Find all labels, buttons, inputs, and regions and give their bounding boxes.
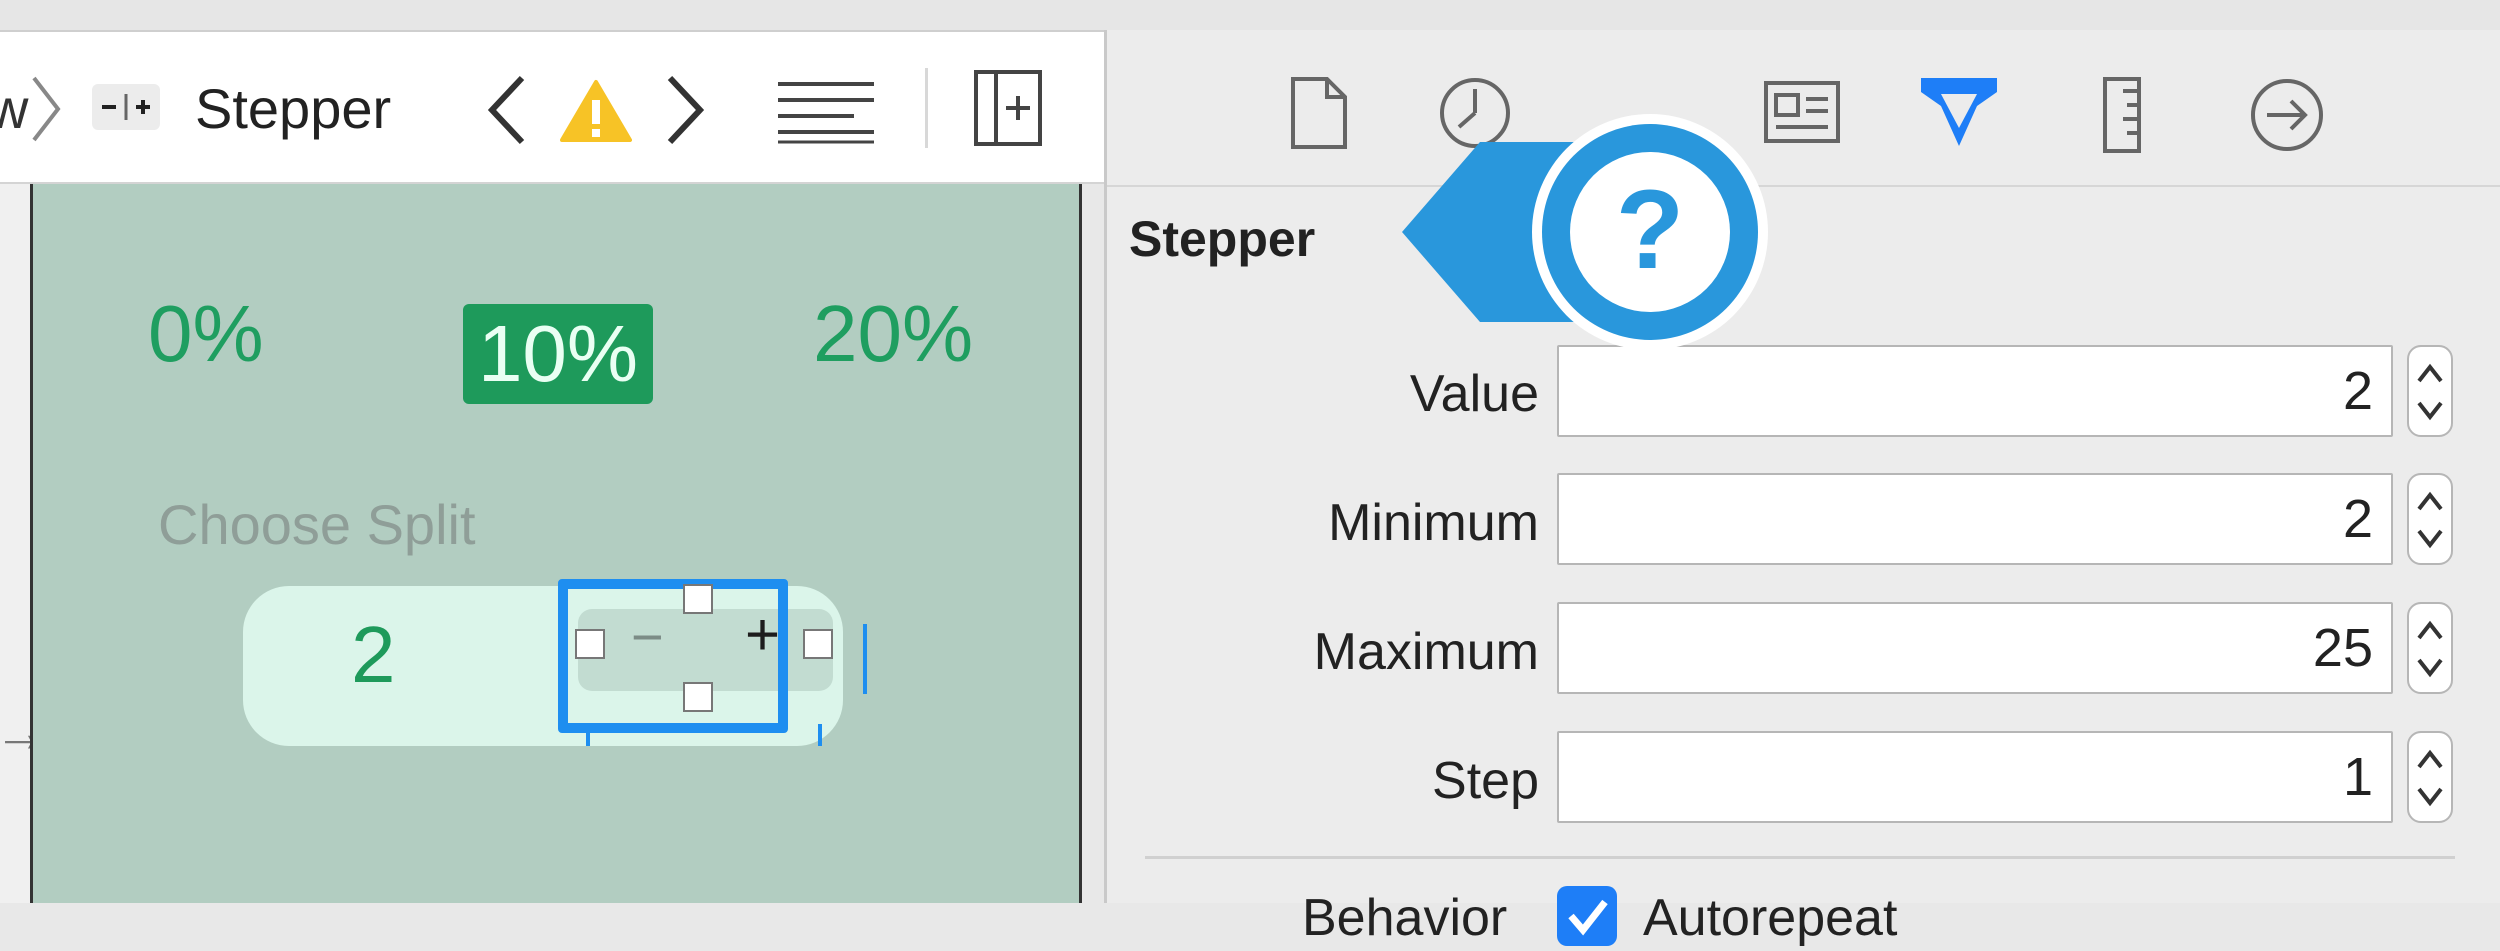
previous-issue-chevron-icon[interactable] bbox=[482, 70, 532, 150]
interface-builder-editor: w Stepper → 0% 10% 20% Choose Split 2 − … bbox=[0, 32, 1104, 903]
storyboard-canvas[interactable]: 0% 10% 20% Choose Split 2 − + bbox=[30, 184, 1082, 903]
split-value-label: 2 bbox=[351, 610, 396, 699]
breadcrumb-chevron-icon bbox=[32, 76, 61, 142]
constraint-tick-right bbox=[818, 724, 822, 746]
canvas-gutter bbox=[0, 184, 30, 903]
window-top-strip bbox=[0, 0, 2500, 32]
behavior-label: Behavior bbox=[1302, 889, 1508, 947]
autorepeat-label[interactable]: Autorepeat bbox=[1643, 888, 1897, 948]
autorepeat-checkbox[interactable] bbox=[1557, 886, 1617, 946]
section-divider bbox=[1145, 856, 2455, 859]
resize-handle-bottom[interactable] bbox=[683, 682, 713, 712]
maximum-stepper[interactable] bbox=[2407, 602, 2453, 694]
resize-handle-left[interactable] bbox=[575, 629, 605, 659]
resize-handle-top[interactable] bbox=[683, 584, 713, 614]
choose-split-label: Choose Split bbox=[158, 493, 476, 556]
size-inspector-icon[interactable] bbox=[2097, 75, 2147, 155]
minimum-label: Minimum bbox=[1328, 494, 1539, 552]
step-field[interactable]: 1 bbox=[1557, 731, 2393, 823]
step-stepper[interactable] bbox=[2407, 731, 2453, 823]
document-outline-icon[interactable] bbox=[776, 78, 876, 144]
minimum-field[interactable]: 2 bbox=[1557, 473, 2393, 565]
file-inspector-icon[interactable] bbox=[1287, 75, 1351, 151]
tip-option-0[interactable]: 0% bbox=[148, 284, 264, 384]
tip-option-20[interactable]: 20% bbox=[813, 284, 973, 384]
up-down-arrows-icon bbox=[2417, 491, 2443, 549]
up-down-arrows-icon bbox=[2417, 620, 2443, 678]
help-bubble-icon: ? bbox=[1402, 114, 1768, 350]
attributes-inspector-icon[interactable] bbox=[1917, 72, 2001, 152]
constraint-tick-left bbox=[586, 724, 590, 746]
breadcrumb-prev-item[interactable]: w bbox=[0, 74, 28, 144]
jump-bar: w Stepper bbox=[0, 32, 1104, 184]
add-editor-icon[interactable] bbox=[972, 68, 1044, 148]
section-title-stepper: Stepper bbox=[1129, 211, 1316, 267]
resize-handle-right[interactable] bbox=[803, 629, 833, 659]
value-stepper[interactable] bbox=[2407, 345, 2453, 437]
warning-icon[interactable] bbox=[560, 78, 632, 144]
toolbar-separator bbox=[925, 68, 928, 148]
help-question-mark: ? bbox=[1616, 167, 1684, 292]
tip-option-10-selected[interactable]: 10% bbox=[463, 304, 653, 404]
checkmark-icon bbox=[1568, 899, 1608, 936]
connections-inspector-icon[interactable] bbox=[2247, 75, 2327, 155]
breadcrumb-current-item[interactable]: Stepper bbox=[195, 74, 391, 144]
help-callout[interactable]: ? bbox=[1390, 82, 1810, 382]
up-down-arrows-icon bbox=[2417, 363, 2443, 421]
step-label: Step bbox=[1432, 752, 1539, 810]
maximum-label: Maximum bbox=[1313, 623, 1539, 681]
constraint-indicator-right bbox=[863, 624, 867, 694]
minimum-stepper[interactable] bbox=[2407, 473, 2453, 565]
stepper-object-icon bbox=[92, 84, 160, 130]
up-down-arrows-icon bbox=[2417, 749, 2443, 807]
maximum-field[interactable]: 25 bbox=[1557, 602, 2393, 694]
next-issue-chevron-icon[interactable] bbox=[660, 70, 710, 150]
